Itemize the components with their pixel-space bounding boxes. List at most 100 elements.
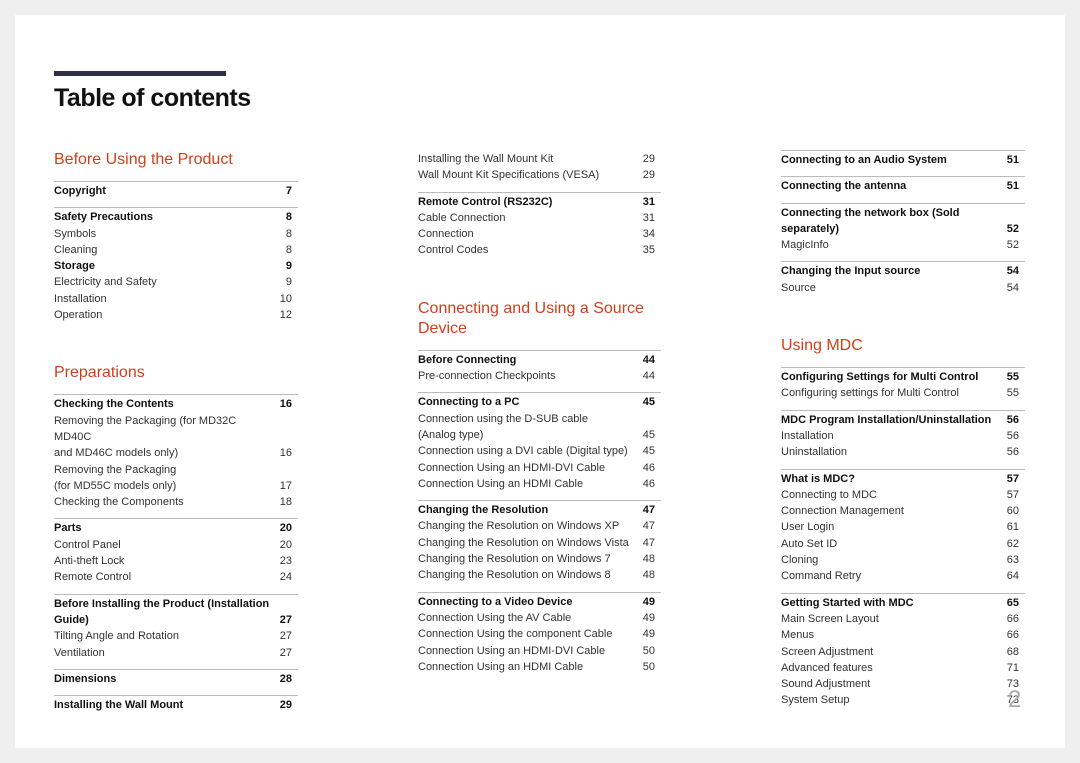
toc-entry-label: Connection Management: [781, 505, 904, 518]
toc-entry[interactable]: Ventilation 27: [54, 645, 298, 661]
toc-entry[interactable]: Installation 10: [54, 291, 298, 307]
toc-entry[interactable]: Changing the Input source 54: [781, 263, 1025, 279]
toc-entry[interactable]: Anti-theft Lock 23: [54, 553, 298, 569]
toc-entry[interactable]: Remote Control (RS232C) 31: [418, 194, 661, 210]
toc-entry-page: 7: [285, 185, 292, 197]
toc-entry[interactable]: System Setup 73: [781, 692, 1025, 708]
toc-entry-page: 66: [1006, 629, 1019, 642]
toc-entry[interactable]: Remote Control 24: [54, 569, 298, 585]
toc-entry[interactable]: Sound Adjustment 73: [781, 676, 1025, 692]
toc-entry-label: Cleaning: [54, 243, 98, 256]
toc-entry-label: Advanced features: [781, 661, 873, 674]
toc-entry[interactable]: Connection Using an HDMI Cable 50: [418, 659, 661, 675]
toc-entry[interactable]: Changing the Resolution on Windows Vista…: [418, 535, 661, 551]
toc-entry-label: Connecting to MDC: [781, 488, 877, 501]
toc-entry[interactable]: Connection Management 60: [781, 503, 1025, 519]
section-heading[interactable]: Preparations: [54, 363, 298, 383]
toc-entry[interactable]: Advanced features 71: [781, 660, 1025, 676]
toc-entry[interactable]: Connection Using an HDMI-DVI Cable 46: [418, 460, 661, 476]
toc-entry[interactable]: Cloning 63: [781, 552, 1025, 568]
toc-entry[interactable]: Connection Using the component Cable 49: [418, 626, 661, 642]
toc-entry-page: 10: [279, 292, 292, 305]
toc-entry[interactable]: Installing the Wall Mount 29: [54, 697, 298, 713]
toc-entry-page: 45: [642, 396, 655, 409]
toc-entry[interactable]: Removing the Packaging (for MD55C models…: [54, 462, 298, 495]
toc-entry[interactable]: What is MDC? 57: [781, 471, 1025, 487]
toc-entry[interactable]: Operation 12: [54, 307, 298, 323]
toc-entry[interactable]: Pre-connection Checkpoints 44: [418, 368, 661, 384]
toc-entry[interactable]: Dimensions 28: [54, 671, 298, 687]
title-accent-bar: [54, 71, 226, 76]
toc-entry[interactable]: Before Installing the Product (Installat…: [54, 596, 298, 629]
toc-entry[interactable]: Main Screen Layout 66: [781, 611, 1025, 627]
toc-entry[interactable]: Safety Precautions 8: [54, 209, 298, 225]
toc-entry[interactable]: Connection Using an HDMI-DVI Cable 50: [418, 643, 661, 659]
toc-entry[interactable]: Copyright 7: [54, 183, 298, 199]
toc-entry[interactable]: Control Panel 20: [54, 537, 298, 553]
toc-entry[interactable]: Connection Using the AV Cable 49: [418, 610, 661, 626]
toc-entry[interactable]: Symbols 8: [54, 226, 298, 242]
section-heading[interactable]: Before Using the Product: [54, 150, 298, 170]
toc-entry-page: 60: [1006, 505, 1019, 518]
toc-entry-page: 49: [642, 611, 655, 624]
toc-entry[interactable]: Connecting to an Audio System 51: [781, 152, 1025, 168]
toc-entry[interactable]: Connection Using an HDMI Cable 46: [418, 476, 661, 492]
toc-entry-label: Getting Started with MDC: [781, 596, 914, 609]
toc-entry-page: 20: [279, 522, 292, 535]
toc-entry[interactable]: Wall Mount Kit Specifications (VESA) 29: [418, 167, 661, 183]
toc-entry[interactable]: Auto Set ID 62: [781, 536, 1025, 552]
toc-entry-label: Pre-connection Checkpoints: [418, 370, 556, 383]
toc-entry[interactable]: Command Retry 64: [781, 568, 1025, 584]
toc-entry[interactable]: Source 54: [781, 280, 1025, 296]
toc-entry[interactable]: Storage 9: [54, 258, 298, 274]
toc-entry[interactable]: Connection using the D-SUB cable (Analog…: [418, 411, 661, 444]
toc-entry[interactable]: Connecting to a PC 45: [418, 394, 661, 410]
toc-entry[interactable]: Electricity and Safety 9: [54, 274, 298, 290]
toc-entry-label: Operation: [54, 309, 103, 322]
toc-entry-page: 8: [285, 243, 292, 256]
toc-entry[interactable]: Changing the Resolution on Windows 8 48: [418, 567, 661, 583]
toc-entry[interactable]: Installing the Wall Mount Kit 29: [418, 151, 661, 167]
toc-entry[interactable]: Cable Connection 31: [418, 210, 661, 226]
toc-entry[interactable]: Connecting to MDC 57: [781, 487, 1025, 503]
toc-entry[interactable]: Before Connecting 44: [418, 352, 661, 368]
toc-entry[interactable]: Removing the Packaging (for MD32C MD40C …: [54, 413, 298, 462]
toc-entry[interactable]: Menus 66: [781, 627, 1025, 643]
toc-entry[interactable]: Changing the Resolution on Windows XP 47: [418, 518, 661, 534]
toc-entry[interactable]: Configuring Settings for Multi Control 55: [781, 369, 1025, 385]
toc-entry-label: Command Retry: [781, 570, 862, 583]
toc-entry[interactable]: Connecting the network box (Sold separat…: [781, 205, 1025, 238]
toc-entry[interactable]: Connection 34: [418, 226, 661, 242]
toc-entry[interactable]: Connecting the antenna 51: [781, 178, 1025, 194]
toc-entry[interactable]: Connecting to a Video Device 49: [418, 594, 661, 610]
toc-entry-page: 44: [642, 370, 655, 383]
toc-entry[interactable]: Connection using a DVI cable (Digital ty…: [418, 443, 661, 459]
toc-entry[interactable]: Installation 56: [781, 428, 1025, 444]
toc-entry-page: 27: [279, 613, 292, 626]
toc-entry-label: Configuring Settings for Multi Control: [781, 371, 979, 384]
toc-entry[interactable]: Getting Started with MDC 65: [781, 595, 1025, 611]
toc-entry-label: Control Codes: [418, 244, 489, 257]
toc-entry[interactable]: Changing the Resolution on Windows 7 48: [418, 551, 661, 567]
toc-entry-page: 57: [1006, 488, 1019, 501]
section-heading[interactable]: Using MDC: [781, 336, 1025, 356]
toc-entry[interactable]: Configuring settings for Multi Control 55: [781, 385, 1025, 401]
toc-entry[interactable]: Uninstallation 56: [781, 444, 1025, 460]
toc-entry[interactable]: Checking the Contents 16: [54, 396, 298, 412]
toc-entry-label: Copyright: [54, 185, 106, 197]
toc-entry[interactable]: Cleaning 8: [54, 242, 298, 258]
toc-entry[interactable]: Screen Adjustment 68: [781, 644, 1025, 660]
toc-entry[interactable]: Control Codes 35: [418, 242, 661, 258]
toc-entry[interactable]: MagicInfo 52: [781, 237, 1025, 253]
toc-entry-label: User Login: [781, 521, 835, 534]
toc-entry[interactable]: User Login 61: [781, 519, 1025, 535]
toc-entry[interactable]: Changing the Resolution 47: [418, 502, 661, 518]
toc-entry[interactable]: Parts 20: [54, 520, 298, 536]
toc-entry[interactable]: MDC Program Installation/Uninstallation 5…: [781, 412, 1025, 428]
toc-entry[interactable]: Checking the Components 18: [54, 494, 298, 510]
toc-entry[interactable]: Tilting Angle and Rotation 27: [54, 628, 298, 644]
toc-group: Before Installing the Product (Installat…: [54, 593, 298, 661]
toc-entry-page: 45: [642, 445, 655, 458]
section-heading[interactable]: Connecting and Using a Source Device: [418, 299, 661, 339]
toc-group: Checking the Contents 16 Removing the Pack…: [54, 394, 298, 510]
